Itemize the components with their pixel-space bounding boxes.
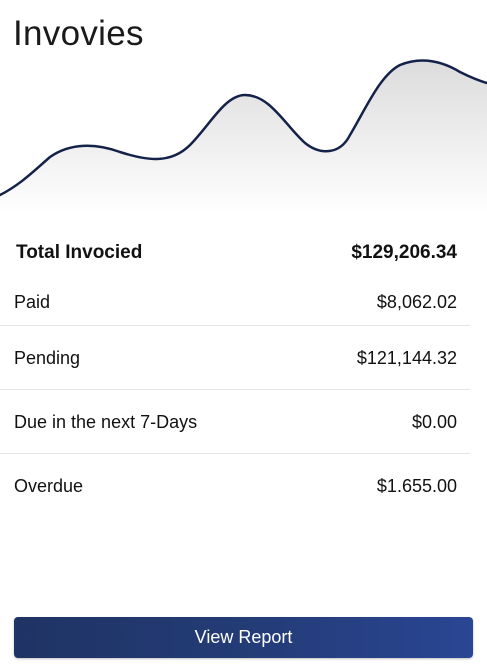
total-invoiced-label: Total Invocied [16, 242, 143, 263]
total-invoiced-row: Total Invocied $129,206.34 [0, 228, 470, 278]
sparkline-area [0, 60, 487, 215]
invoice-summary-list: Total Invocied $129,206.34 Paid $8,062.0… [0, 228, 470, 518]
due-next-7-days-label: Due in the next 7-Days [14, 411, 198, 432]
paid-label: Paid [14, 292, 51, 312]
view-report-button[interactable]: View Report [14, 617, 473, 658]
overdue-label: Overdue [14, 475, 84, 496]
paid-row: Paid $8,062.02 [0, 278, 470, 326]
paid-value: $8,062.02 [376, 292, 457, 312]
card-title: Invovies [13, 14, 144, 53]
invoice-trend-sparkline [0, 59, 487, 215]
pending-value: $121,144.32 [356, 347, 457, 368]
due-next-7-days-row: Due in the next 7-Days $0.00 [0, 390, 470, 454]
total-invoiced-value: $129,206.34 [351, 242, 457, 263]
pending-label: Pending [14, 347, 81, 368]
overdue-value: $1.655.00 [376, 475, 457, 496]
pending-row: Pending $121,144.32 [0, 326, 470, 390]
due-next-7-days-value: $0.00 [411, 411, 457, 432]
overdue-row: Overdue $1.655.00 [0, 454, 470, 518]
